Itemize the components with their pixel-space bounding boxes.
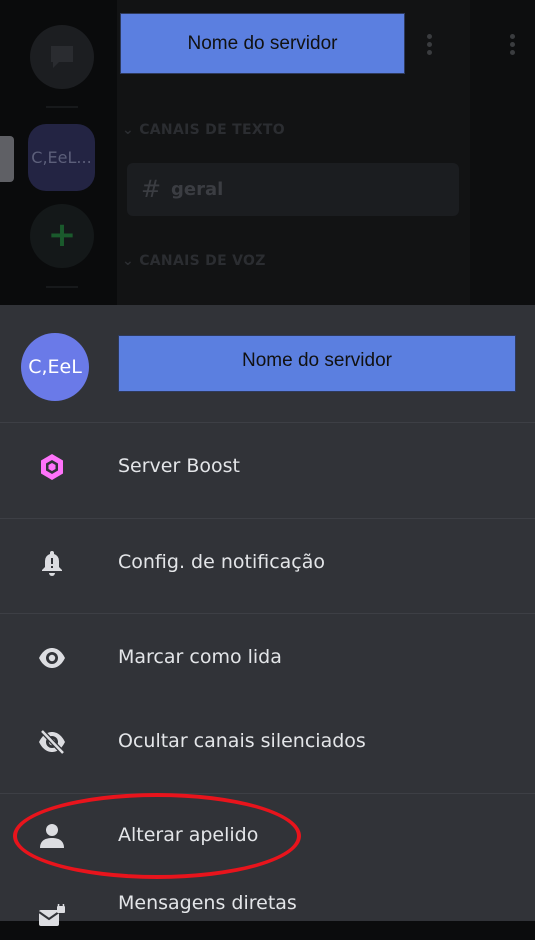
category-voice-channels[interactable]: ⌄ CANAIS DE VOZ [122, 253, 266, 269]
rail-separator [46, 106, 78, 108]
right-panel [470, 0, 535, 305]
channel-name: geral [171, 179, 224, 200]
server-menu-dots-icon[interactable] [427, 34, 433, 58]
menu-item-notification-settings[interactable]: Config. de notificação [0, 533, 535, 593]
divider [0, 793, 535, 794]
server-name-placeholder-top: Nome do servidor [120, 13, 405, 74]
add-server-button[interactable]: + [30, 204, 94, 268]
menu-item-label: Ocultar canais silenciados [118, 730, 366, 752]
bell-icon [38, 549, 66, 577]
chevron-down-icon: ⌄ [122, 253, 135, 269]
guild-server-icon[interactable]: C,EeL... [28, 124, 95, 191]
rail-separator [46, 286, 78, 288]
boost-gem-icon [38, 453, 66, 481]
server-name-placeholder-sheet: Nome do servidor [118, 335, 516, 392]
menu-item-label: Config. de notificação [118, 551, 325, 573]
divider [0, 422, 535, 423]
category-label: CANAIS DE TEXTO [139, 122, 285, 138]
plus-icon: + [47, 215, 77, 255]
envelope-lock-icon [38, 901, 66, 932]
divider [0, 613, 535, 614]
menu-item-label: Server Boost [118, 455, 240, 477]
hash-icon: # [141, 175, 162, 203]
channel-item-geral[interactable]: # geral [127, 163, 459, 216]
chat-bubble-icon [51, 46, 73, 68]
chevron-down-icon: ⌄ [122, 122, 135, 138]
direct-messages-button[interactable] [30, 25, 94, 89]
more-options-dots-icon[interactable] [510, 34, 516, 58]
guild-rail: C,EeL... + [0, 0, 117, 305]
menu-item-hide-muted-channels[interactable]: Ocultar canais silenciados [0, 712, 535, 772]
divider [0, 518, 535, 519]
menu-item-mark-as-read[interactable]: Marcar como lida [0, 628, 535, 688]
menu-item-direct-messages[interactable]: Mensagens diretas [0, 880, 535, 940]
server-avatar: C,EeL [21, 333, 89, 401]
highlight-ellipse-annotation [13, 793, 301, 879]
category-label: CANAIS DE VOZ [139, 253, 266, 269]
menu-item-label: Mensagens diretas [118, 892, 297, 914]
eye-slash-icon [38, 728, 66, 756]
selected-guild-pill [0, 136, 14, 182]
category-text-channels[interactable]: ⌄ CANAIS DE TEXTO [122, 122, 285, 138]
menu-item-server-boost[interactable]: Server Boost [0, 437, 535, 497]
menu-item-label: Marcar como lida [118, 646, 282, 668]
eye-icon [38, 644, 66, 672]
